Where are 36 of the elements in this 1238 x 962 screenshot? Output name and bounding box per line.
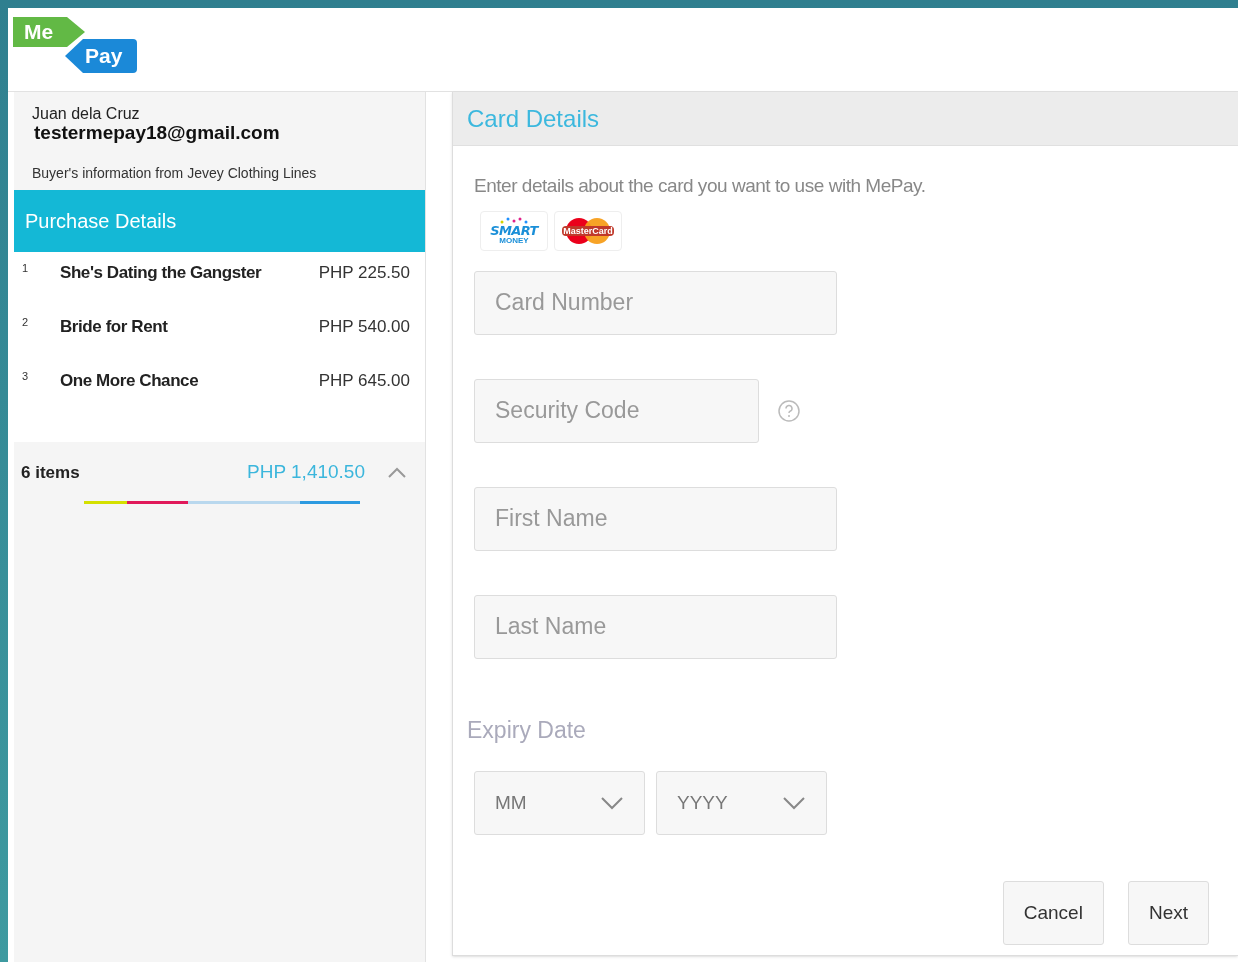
logo-pay-tag: Pay — [65, 39, 137, 73]
text-field[interactable]: Security Code — [474, 378, 759, 443]
item-number: 2 — [22, 315, 30, 330]
logo-text: SMART — [490, 223, 538, 237]
buyer-name: Juan dela Cruz — [32, 106, 141, 122]
item-name: Bride for Rent — [60, 316, 169, 338]
chevron-up-icon[interactable] — [387, 466, 407, 479]
logo-subtext: MONEY — [499, 236, 529, 245]
cancel-button[interactable]: Cancel — [1002, 881, 1104, 945]
item-price: PHP 225.50 — [318, 262, 410, 284]
help-icon[interactable] — [777, 398, 801, 423]
logo-me-tag: Me — [13, 17, 85, 47]
purchase-header: Purchase Details — [14, 190, 425, 252]
item-count: 6 items — [21, 461, 81, 484]
dropdown[interactable]: MM — [474, 771, 645, 835]
text-field[interactable]: Last Name — [474, 594, 837, 659]
buyer-note: Buyer's information from Jevey Clothing Lines — [32, 164, 318, 183]
item-name: One More Chance — [60, 370, 200, 392]
logo-text: MasterCard — [562, 225, 614, 236]
chevron-down-icon — [782, 796, 806, 810]
text-field[interactable]: First Name — [474, 486, 837, 551]
expiry-label: Expiry Date — [467, 715, 587, 745]
item-name: She's Dating the Gangster — [60, 262, 263, 284]
item-price: PHP 540.00 — [318, 316, 410, 338]
dropdown[interactable]: YYYY — [656, 771, 827, 835]
chevron-down-icon — [600, 796, 624, 810]
buyer-email: testermepay18@gmail.com — [34, 122, 281, 143]
item-number: 1 — [22, 261, 30, 276]
next-button[interactable]: Next — [1127, 881, 1209, 945]
item-number: 3 — [22, 369, 30, 384]
item-price: PHP 645.00 — [318, 370, 410, 392]
card-details-header: Card Details — [453, 92, 1238, 146]
intro-text: Enter details about the card you want to use with MePay. — [474, 174, 927, 198]
text-field[interactable]: Card Number — [474, 270, 837, 335]
dots-icon — [499, 216, 529, 224]
total-price: PHP 1,410.50 — [247, 460, 365, 484]
